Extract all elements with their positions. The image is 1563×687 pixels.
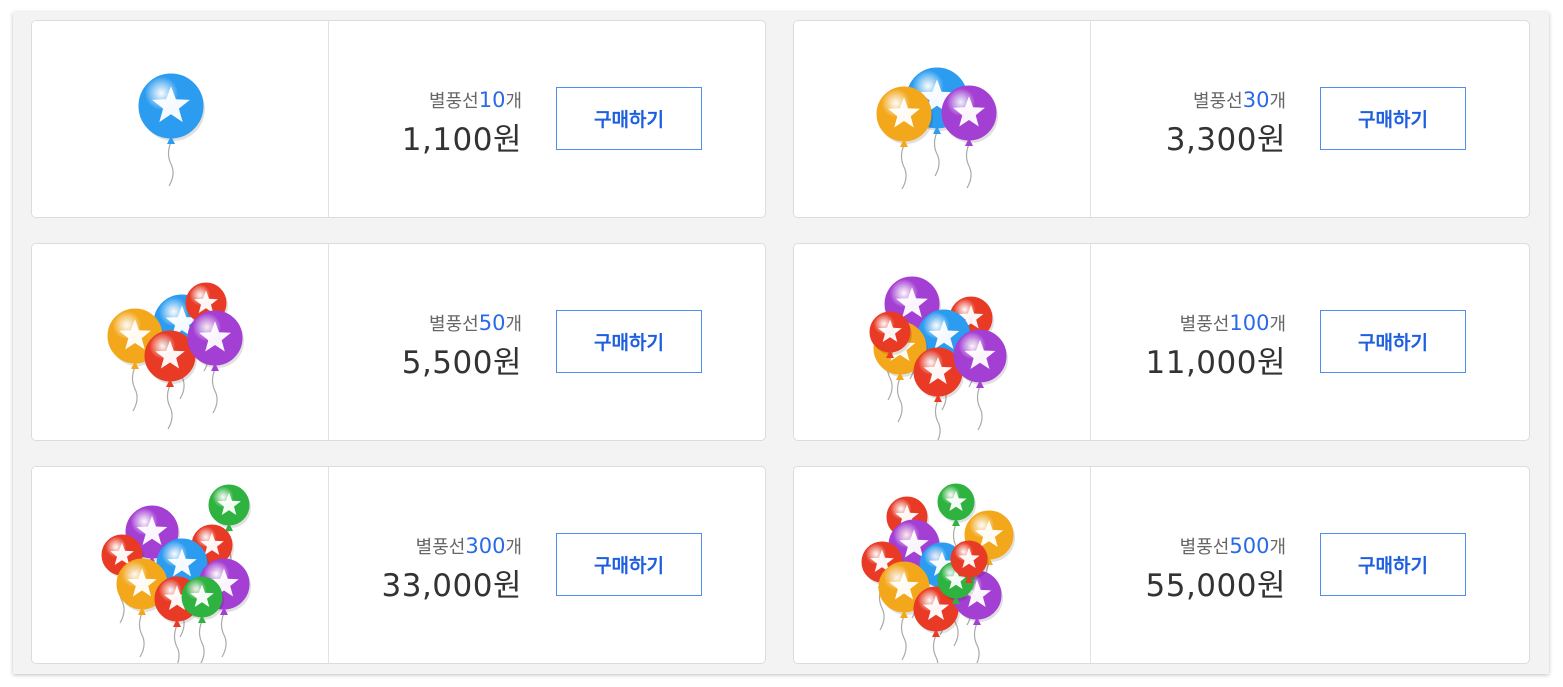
balloon-bundle-100-icon [869,276,1008,440]
product-info: 별풍선500개 55,000원 구매하기 [1091,467,1529,663]
product-label: 별풍선300개 [415,534,522,558]
balloon-string [900,144,907,190]
balloon-star-icon [138,73,205,144]
product-price: 1,100원 [401,122,522,158]
balloon-string [220,612,227,658]
product-card: 별풍선50개 5,500원 구매하기 [31,243,766,441]
buy-button[interactable]: 구매하기 [1320,533,1466,596]
product-image [794,244,1091,440]
star-balloon-shop-panel: 별풍선10개 1,100원 구매하기 별풍선30개 3,300원 구매하기 별풍… [13,12,1549,674]
product-label: 별풍선500개 [1179,534,1286,558]
buy-button[interactable]: 구매하기 [556,87,702,150]
balloon-string [900,615,907,661]
balloon-string [173,624,180,663]
balloon-string [166,384,173,430]
product-label: 별풍선50개 [429,311,522,335]
balloon-bundle-30-icon [876,67,998,190]
balloon-string [976,385,983,431]
balloon-string [198,620,205,663]
balloon-string [138,612,145,658]
product-grid: 별풍선10개 1,100원 구매하기 별풍선30개 3,300원 구매하기 별풍… [31,20,1530,664]
balloon-star-icon [876,86,933,147]
product-card: 별풍선10개 1,100원 구매하기 [31,20,766,218]
buy-button[interactable]: 구매하기 [556,310,702,373]
buy-button[interactable]: 구매하기 [556,533,702,596]
product-image [794,467,1091,663]
product-info: 별풍선100개 11,000원 구매하기 [1091,244,1529,440]
balloon-string [131,366,138,412]
balloon-star-icon [208,484,251,531]
balloon-star-icon [941,85,998,146]
product-label: 별풍선30개 [1193,88,1286,112]
product-image [794,21,1091,217]
product-label: 별풍선10개 [429,88,522,112]
product-label: 별풍선100개 [1179,311,1286,335]
product-card: 별풍선300개 33,000원 구매하기 [31,466,766,664]
balloon-bundle-10-icon [138,73,205,187]
product-image [32,244,329,440]
balloon-string [973,622,980,663]
product-price: 11,000원 [1145,345,1286,381]
product-info: 별풍선50개 5,500원 구매하기 [329,244,765,440]
balloon-string [932,634,939,663]
product-price: 3,300원 [1165,122,1286,158]
balloon-string [934,399,941,440]
balloon-bundle-300-icon [101,484,251,663]
balloon-bundle-50-icon [107,282,244,430]
product-card: 별풍선30개 3,300원 구매하기 [793,20,1530,218]
product-price: 33,000원 [381,568,522,604]
product-price: 55,000원 [1145,568,1286,604]
product-info: 별풍선10개 1,100원 구매하기 [329,21,765,217]
product-price: 5,500원 [401,345,522,381]
product-card: 별풍선100개 11,000원 구매하기 [793,243,1530,441]
buy-button[interactable]: 구매하기 [1320,87,1466,150]
balloon-string [211,368,218,414]
balloon-string [167,141,174,187]
balloon-string [965,143,972,189]
product-info: 별풍선30개 3,300원 구매하기 [1091,21,1529,217]
balloon-string [896,377,903,423]
balloon-string [933,131,940,177]
balloon-bundle-500-icon [861,483,1015,663]
product-card: 별풍선500개 55,000원 구매하기 [793,466,1530,664]
product-image [32,21,329,217]
buy-button[interactable]: 구매하기 [1320,310,1466,373]
product-image [32,467,329,663]
product-info: 별풍선300개 33,000원 구매하기 [329,467,765,663]
